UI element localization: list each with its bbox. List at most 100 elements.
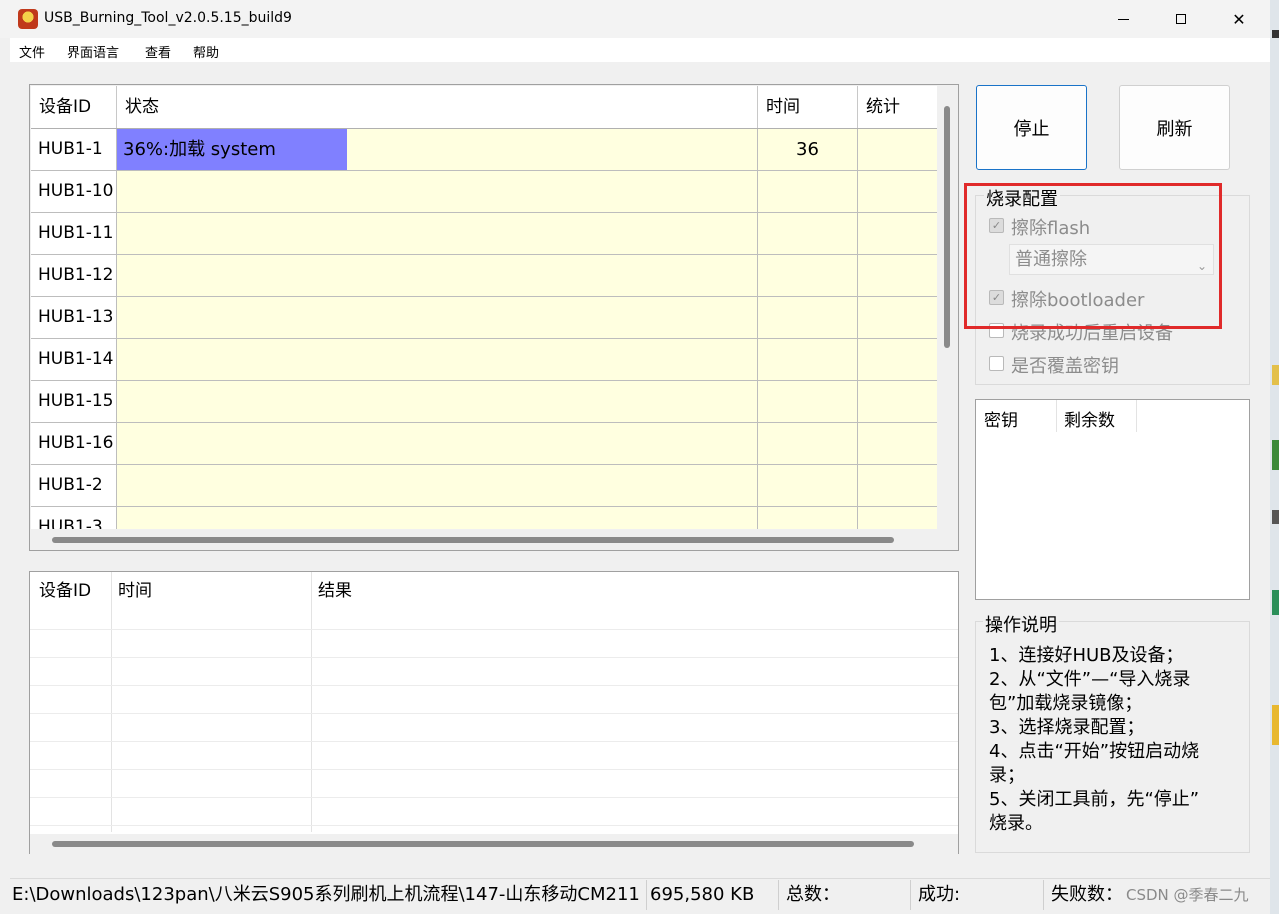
close-button[interactable]: ✕ bbox=[1210, 0, 1268, 38]
time-cell: 36 bbox=[758, 129, 858, 170]
status-image-size: 695,580 KB bbox=[650, 884, 755, 905]
status-separator bbox=[1043, 880, 1044, 910]
time-cell bbox=[758, 381, 858, 422]
log-header-time[interactable]: 时间 bbox=[118, 576, 152, 601]
menu-file[interactable]: 文件 bbox=[19, 42, 45, 61]
device-id-cell: HUB1-15 bbox=[31, 381, 117, 422]
header-device-id[interactable]: 设备ID bbox=[31, 86, 117, 128]
table-row[interactable]: HUB1-14 bbox=[31, 339, 937, 381]
key-header-key[interactable]: 密钥 bbox=[984, 406, 1018, 431]
header-time[interactable]: 时间 bbox=[758, 86, 858, 128]
device-id-cell: HUB1-10 bbox=[31, 171, 117, 212]
menu-bar: 文件 界面语言 查看 帮助 bbox=[10, 38, 1270, 62]
desktop-background-strip bbox=[1270, 0, 1279, 914]
log-column-device-id bbox=[30, 572, 112, 832]
table-row[interactable]: HUB1-1 36%:加载 system 36 bbox=[31, 129, 937, 171]
table-row[interactable]: HUB1-2 bbox=[31, 465, 937, 507]
log-header-device-id[interactable]: 设备ID bbox=[39, 576, 91, 601]
close-icon: ✕ bbox=[1232, 9, 1246, 29]
table-row[interactable]: HUB1-3 bbox=[31, 507, 937, 529]
log-header-result[interactable]: 结果 bbox=[318, 576, 352, 601]
status-total-label: 总数： bbox=[786, 884, 840, 905]
instruction-line: 包”加载烧录镜像； bbox=[989, 693, 1143, 714]
red-highlight-box bbox=[964, 183, 1222, 329]
stats-cell bbox=[858, 465, 937, 506]
table-row[interactable]: HUB1-10 bbox=[31, 171, 937, 213]
table-row[interactable]: HUB1-13 bbox=[31, 297, 937, 339]
log-row-divider bbox=[30, 769, 958, 770]
device-id-cell: HUB1-16 bbox=[31, 423, 117, 464]
status-cell bbox=[117, 465, 758, 506]
status-cell bbox=[117, 171, 758, 212]
time-cell bbox=[758, 339, 858, 380]
status-image-path: E:\Downloads\123pan\八米云S905系列刷机上机流程\147-… bbox=[12, 884, 640, 905]
stats-cell bbox=[858, 339, 937, 380]
log-row-divider bbox=[30, 657, 958, 658]
header-status[interactable]: 状态 bbox=[117, 86, 758, 128]
menu-help[interactable]: 帮助 bbox=[193, 42, 219, 61]
time-cell bbox=[758, 297, 858, 338]
status-cell: 36%:加载 system bbox=[117, 129, 758, 170]
status-cell bbox=[117, 423, 758, 464]
maximize-button[interactable] bbox=[1152, 0, 1210, 38]
time-cell bbox=[758, 507, 858, 529]
minimize-button[interactable] bbox=[1094, 0, 1152, 38]
status-cell bbox=[117, 255, 758, 296]
table-row[interactable]: HUB1-11 bbox=[31, 213, 937, 255]
device-table-header: 设备ID 状态 时间 统计 bbox=[31, 86, 937, 129]
stats-cell bbox=[858, 297, 937, 338]
log-row-divider bbox=[30, 713, 958, 714]
instructions-title: 操作说明 bbox=[983, 611, 1059, 637]
overwrite-key-checkbox[interactable] bbox=[989, 356, 1004, 371]
device-table-horizontal-scrollbar[interactable] bbox=[52, 537, 894, 543]
menu-view[interactable]: 查看 bbox=[145, 42, 171, 61]
instruction-line: 5、关闭工具前，先“停止” bbox=[989, 789, 1200, 810]
status-cell bbox=[117, 297, 758, 338]
table-row[interactable]: HUB1-15 bbox=[31, 381, 937, 423]
stats-cell bbox=[858, 381, 937, 422]
stop-button[interactable]: 停止 bbox=[976, 85, 1087, 170]
table-row[interactable]: HUB1-12 bbox=[31, 255, 937, 297]
key-column-divider bbox=[1056, 400, 1057, 432]
refresh-button[interactable]: 刷新 bbox=[1119, 85, 1230, 170]
header-stats[interactable]: 统计 bbox=[858, 86, 937, 128]
instruction-line: 2、从“文件”—“导入烧录 bbox=[989, 669, 1191, 690]
device-table-vertical-scrollbar[interactable] bbox=[944, 106, 950, 348]
time-cell bbox=[758, 171, 858, 212]
device-id-cell: HUB1-2 bbox=[31, 465, 117, 506]
instruction-line: 1、连接好HUB及设备； bbox=[989, 645, 1184, 666]
time-cell bbox=[758, 255, 858, 296]
menu-language[interactable]: 界面语言 bbox=[67, 42, 119, 61]
log-row-divider bbox=[30, 741, 958, 742]
status-text: 36%:加载 system bbox=[123, 139, 276, 160]
stats-cell bbox=[858, 507, 937, 529]
time-cell bbox=[758, 213, 858, 254]
watermark: CSDN @季春二九 bbox=[1126, 886, 1249, 904]
window-title: USB_Burning_Tool_v2.0.5.15_build9 bbox=[44, 10, 292, 26]
key-table: 密钥 剩余数 bbox=[975, 399, 1250, 600]
stats-cell bbox=[858, 213, 937, 254]
stats-cell bbox=[858, 129, 937, 170]
stats-cell bbox=[858, 171, 937, 212]
log-row-divider bbox=[30, 629, 958, 630]
log-row-divider bbox=[30, 825, 958, 826]
device-id-cell: HUB1-3 bbox=[31, 507, 117, 529]
log-column-time bbox=[111, 572, 312, 832]
log-table-horizontal-scrollbar[interactable] bbox=[52, 841, 914, 847]
status-cell bbox=[117, 213, 758, 254]
instruction-line: 录； bbox=[989, 765, 1025, 786]
result-log-table: 设备ID 时间 结果 bbox=[29, 571, 959, 854]
status-separator bbox=[778, 880, 779, 910]
device-rows: HUB1-1 36%:加载 system 36 HUB1-10 HUB1-11 … bbox=[31, 129, 937, 529]
stats-cell bbox=[858, 255, 937, 296]
table-row[interactable]: HUB1-16 bbox=[31, 423, 937, 465]
key-header-remaining[interactable]: 剩余数 bbox=[1064, 406, 1115, 431]
key-column-divider bbox=[1136, 400, 1137, 432]
log-row-divider bbox=[30, 685, 958, 686]
minimize-icon bbox=[1117, 18, 1129, 20]
status-cell bbox=[117, 381, 758, 422]
status-separator bbox=[646, 880, 647, 910]
device-id-cell: HUB1-1 bbox=[31, 129, 117, 170]
app-icon bbox=[18, 9, 38, 29]
device-id-cell: HUB1-14 bbox=[31, 339, 117, 380]
